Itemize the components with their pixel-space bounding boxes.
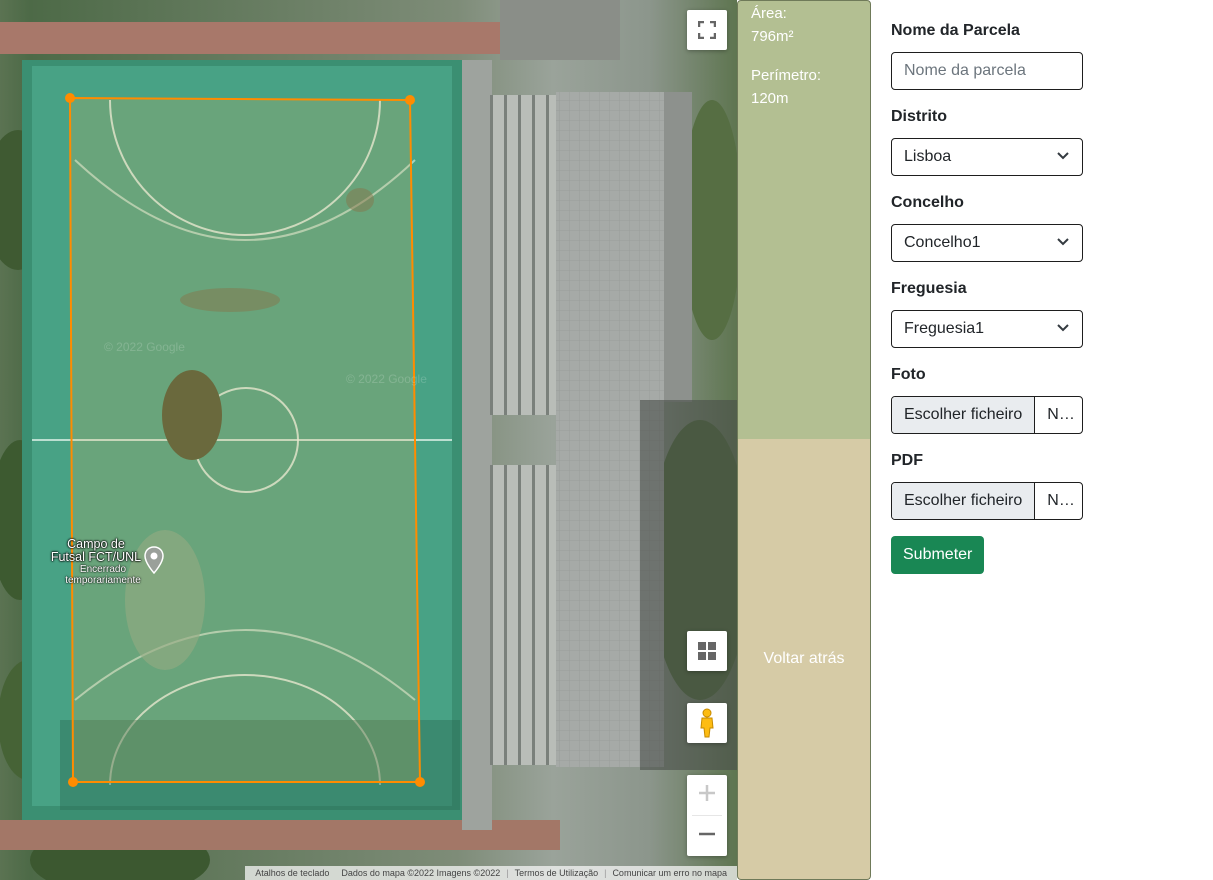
poi-status-line1: Encerrado bbox=[79, 564, 127, 575]
poi-name-line2: Futsal FCT/UNL bbox=[50, 550, 142, 564]
perimeter-label: Perímetro: bbox=[751, 67, 822, 84]
poi-name[interactable]: Campo de Futsal FCT/UNL bbox=[34, 538, 158, 564]
pdf-file-name: N… bbox=[1047, 492, 1075, 509]
chevron-down-icon bbox=[1056, 234, 1070, 252]
municipality-value: Concelho1 bbox=[904, 234, 981, 251]
parish-value: Freguesia1 bbox=[904, 320, 985, 337]
pdf-label: PDF bbox=[891, 452, 923, 469]
aerial-imagery bbox=[0, 0, 737, 880]
grid-icon bbox=[698, 642, 716, 660]
satellite-map[interactable]: © 2022 Google © 2022 Google Campo de Fut… bbox=[0, 0, 737, 880]
municipality-label: Concelho bbox=[891, 194, 964, 211]
photo-choose-button[interactable]: Escolher ficheiro bbox=[892, 397, 1036, 433]
district-select[interactable]: Lisboa bbox=[891, 138, 1083, 176]
pdf-file-input[interactable]: Escolher ficheiro N… bbox=[891, 482, 1083, 520]
chevron-down-icon bbox=[1056, 320, 1070, 338]
app-root: © 2022 Google © 2022 Google Campo de Fut… bbox=[0, 0, 1213, 880]
map-watermark: © 2022 Google bbox=[346, 372, 427, 386]
parcel-name-input[interactable] bbox=[891, 52, 1083, 90]
map-type-button[interactable] bbox=[687, 631, 727, 671]
name-label: Nome da Parcela bbox=[891, 22, 1020, 39]
parish-label: Freguesia bbox=[891, 280, 967, 297]
photo-file-input[interactable]: Escolher ficheiro N… bbox=[891, 396, 1083, 434]
district-value: Lisboa bbox=[904, 148, 952, 165]
zoom-in-button[interactable] bbox=[687, 775, 727, 815]
area-label: Área: bbox=[751, 5, 787, 22]
map-data-text: Dados do mapa ©2022 Imagens ©2022 bbox=[341, 868, 501, 878]
map-attribution: Atalhos de teclado Dados do mapa ©2022 I… bbox=[245, 866, 737, 880]
report-error-link[interactable]: Comunicar um erro no mapa bbox=[606, 868, 733, 878]
back-button[interactable]: Voltar atrás bbox=[737, 439, 871, 880]
poi-status: Encerrado temporariamente bbox=[48, 564, 158, 586]
back-button-label: Voltar atrás bbox=[763, 650, 845, 667]
submit-button[interactable]: Submeter bbox=[891, 536, 985, 574]
keyboard-shortcuts-link[interactable]: Atalhos de teclado bbox=[249, 868, 335, 878]
pegman-icon bbox=[699, 708, 715, 738]
zoom-control bbox=[687, 775, 727, 856]
pdf-choose-button[interactable]: Escolher ficheiro bbox=[892, 483, 1036, 519]
map-watermark: © 2022 Google bbox=[104, 340, 185, 354]
zoom-out-button[interactable] bbox=[687, 816, 727, 856]
parish-select[interactable]: Freguesia1 bbox=[891, 310, 1083, 348]
terms-link[interactable]: Termos de Utilização bbox=[509, 868, 605, 878]
fullscreen-button[interactable] bbox=[687, 10, 727, 50]
fullscreen-icon bbox=[698, 21, 716, 39]
minus-icon bbox=[698, 825, 716, 848]
street-view-button[interactable] bbox=[687, 703, 727, 743]
area-value: 796m² bbox=[751, 28, 794, 45]
poi-status-line2: temporariamente bbox=[65, 575, 141, 586]
photo-file-name: N… bbox=[1047, 406, 1075, 423]
chevron-down-icon bbox=[1056, 148, 1070, 166]
municipality-select[interactable]: Concelho1 bbox=[891, 224, 1083, 262]
photo-label: Foto bbox=[891, 366, 926, 383]
plus-icon bbox=[698, 784, 716, 807]
district-label: Distrito bbox=[891, 108, 947, 125]
perimeter-value: 120m bbox=[751, 90, 789, 107]
map-pin-icon[interactable] bbox=[144, 546, 164, 579]
measurements-panel: Área: 796m² Perímetro: 120m bbox=[737, 0, 871, 440]
